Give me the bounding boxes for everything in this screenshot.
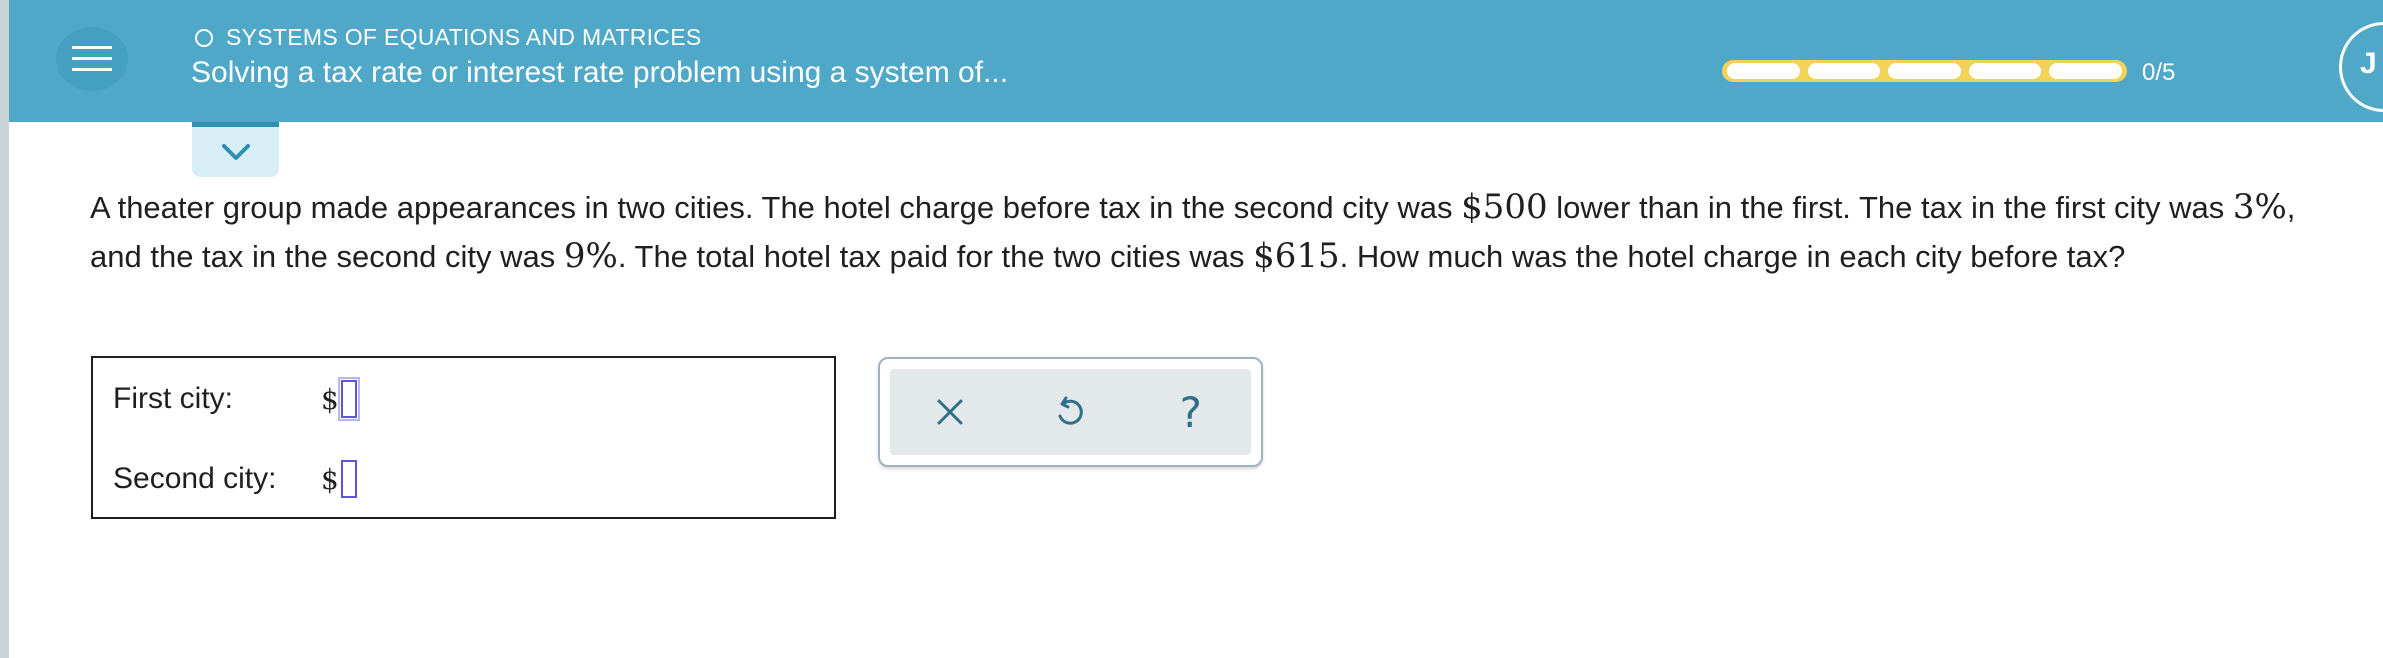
clear-button[interactable] — [920, 382, 980, 442]
topic-heading: SYSTEMS OF EQUATIONS AND MATRICES — [195, 24, 702, 51]
second-city-label: Second city: — [113, 462, 277, 495]
topic-label: SYSTEMS OF EQUATIONS AND MATRICES — [226, 24, 702, 50]
math-value: $500 — [1461, 187, 1548, 227]
first-city-input[interactable] — [337, 377, 360, 421]
progress-count: 0/5 — [2142, 59, 2176, 86]
second-city-row: Second city: $ — [113, 460, 357, 498]
currency-symbol: $ — [321, 462, 339, 496]
collapse-toggle-button[interactable] — [192, 122, 279, 177]
top-bar: SYSTEMS OF EQUATIONS AND MATRICES Solvin… — [9, 0, 2383, 122]
progress-segment — [1727, 63, 1800, 79]
question-text: A theater group made appearances in two … — [90, 183, 2350, 281]
help-button[interactable]: ? — [1161, 382, 1221, 442]
progress-segment — [1888, 63, 1961, 79]
undo-icon — [1058, 396, 1084, 425]
math-value: 3% — [2232, 187, 2287, 227]
progress-bar — [1722, 60, 2127, 82]
lesson-title[interactable]: Solving a tax rate or interest rate prob… — [191, 56, 1008, 90]
first-city-row: First city: $ — [113, 377, 360, 421]
progress-segment — [1807, 63, 1881, 79]
left-edge-strip — [0, 0, 9, 658]
progress-segment — [1968, 63, 2042, 79]
math-value: 9% — [563, 236, 618, 276]
chevron-down-icon — [221, 144, 250, 160]
menu-button[interactable] — [56, 27, 128, 91]
help-label: ? — [1179, 387, 1202, 437]
progress-segment — [2049, 63, 2122, 79]
first-city-label: First city: — [113, 382, 233, 415]
second-city-input[interactable] — [340, 460, 357, 498]
avatar-initial: J — [2360, 47, 2377, 80]
answer-tools-panel: ? — [878, 357, 1263, 467]
hamburger-icon — [72, 46, 112, 71]
answer-tools-bar: ? — [890, 369, 1251, 455]
avatar[interactable]: J — [2339, 22, 2383, 112]
question-part: lower than in the first. The tax in the … — [1547, 190, 2233, 225]
math-value: $615 — [1253, 236, 1340, 276]
currency-symbol: $ — [321, 382, 339, 416]
question-part: A theater group made appearances in two … — [90, 190, 1462, 225]
question-part: . The total hotel tax paid for the two c… — [617, 239, 1254, 274]
topic-status-icon — [195, 28, 213, 47]
answer-box: First city: $ Second city: $ — [91, 356, 836, 519]
undo-button[interactable] — [1040, 382, 1100, 442]
close-icon — [937, 399, 963, 425]
question-part: . How much was the hotel charge in each … — [1339, 239, 2126, 274]
